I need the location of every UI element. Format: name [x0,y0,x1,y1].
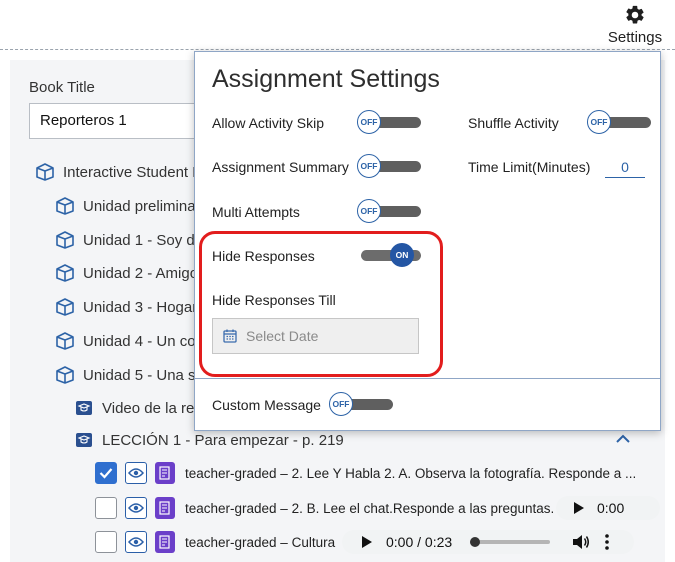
play-icon[interactable] [574,502,584,514]
date-placeholder: Select Date [246,328,319,344]
allow-activity-skip-toggle[interactable]: OFF [357,110,421,134]
tree-video-label: Video de la rep [102,399,203,417]
book-icon [55,365,75,385]
tree-unit-item[interactable]: Unidad 1 - Soy de [55,229,203,251]
eye-icon [128,468,144,478]
multi-attempts-label: Multi Attempts [212,204,300,220]
time-limit-label: Time Limit(Minutes) [468,159,591,175]
activity-checkbox[interactable] [95,531,117,553]
tree-unit-label: Unidad 5 - Una se [83,366,204,384]
volume-icon[interactable] [572,534,590,550]
time-limit-input[interactable]: 0 [605,158,645,178]
more-options-icon[interactable] [605,534,609,550]
assignment-summary-label: Assignment Summary [212,159,349,175]
lesson-icon [75,432,93,448]
edit-activity-button[interactable] [155,531,175,553]
document-edit-icon [159,535,170,549]
hide-responses-toggle[interactable]: ON [357,243,421,267]
book-icon [55,331,75,351]
toggle-knob: OFF [357,110,381,134]
top-bar: Settings [0,0,675,50]
toggle-knob: OFF [357,154,381,178]
lesson-icon [75,400,93,416]
settings-button[interactable]: Settings [602,2,668,46]
tree-unit-item[interactable]: Unidad 3 - Hogar, [55,296,201,318]
tree-unit-item[interactable]: Unidad 2 - Amigo [55,262,198,284]
book-title-label: Book Title [29,79,95,96]
document-edit-icon [159,501,170,515]
book-icon [55,263,75,283]
activity-title: teacher-graded – 2. B. Lee el chat.Respo… [185,500,555,516]
eye-icon [128,537,144,547]
tree-unit-label: Unidad 2 - Amigo [83,264,199,282]
tree-root-item[interactable]: Interactive Student E [35,161,202,183]
toggle-knob: OFF [329,392,353,416]
shuffle-activity-label: Shuffle Activity [468,115,559,131]
shuffle-activity-toggle[interactable]: OFF [587,110,651,134]
hide-responses-date-picker[interactable]: Select Date [212,318,419,354]
preview-button[interactable] [125,497,147,519]
audio-time: 0:00 / 0:23 [386,534,453,550]
tree-video-item[interactable]: Video de la rep [75,397,203,419]
play-icon[interactable] [362,536,372,548]
preview-button[interactable] [125,531,147,553]
activity-row: teacher-graded – 2. Lee Y Habla 2. A. Ob… [95,461,665,485]
audio-player: 0:00 / 0:23 [342,530,634,554]
hide-responses-label: Hide Responses [212,248,315,264]
tree-unit-item[interactable]: Unidad 4 - Un col [55,330,199,352]
tree-lesson-label: LECCIÓN 1 - Para empezar - p. 219 [102,431,344,449]
book-title-select[interactable]: Reporteros 1 [29,103,219,139]
tree-unit-label: Unidad 3 - Hogar, [83,298,201,316]
audio-player: 0:00 [556,496,660,520]
book-icon [55,297,75,317]
calendar-icon [223,329,237,343]
custom-message-label: Custom Message [212,397,321,413]
eye-icon [128,503,144,513]
tree-root-label: Interactive Student E [63,163,203,181]
multi-attempts-toggle[interactable]: OFF [357,199,421,223]
tree-lesson-item[interactable]: LECCIÓN 1 - Para empezar - p. 219 [75,429,344,451]
tree-unit-item[interactable]: Unidad 5 - Una se [55,364,204,386]
custom-message-toggle[interactable]: OFF [329,392,393,416]
tree-unit-label: Unidad 4 - Un col [83,332,199,350]
edit-activity-button[interactable] [155,497,175,519]
toggle-knob: ON [390,243,414,267]
book-icon [35,162,55,182]
assignment-summary-toggle[interactable]: OFF [357,154,421,178]
tree-unit-label: Unidad 1 - Soy de [83,231,204,249]
activity-title: teacher-graded – Cultura [185,534,336,550]
tree-unit-label: Unidad prelimina [83,197,196,215]
audio-progress-handle[interactable] [470,537,481,547]
edit-activity-button[interactable] [155,462,175,484]
activity-checkbox[interactable] [95,462,117,484]
hide-responses-till-label: Hide Responses Till [212,292,336,308]
gear-icon [626,5,644,24]
audio-progress-bar[interactable] [470,537,551,547]
toggle-knob: OFF [357,199,381,223]
dialog-divider [195,378,660,379]
document-edit-icon [159,466,170,480]
allow-activity-skip-label: Allow Activity Skip [212,115,325,131]
book-icon [55,196,75,216]
chevron-up-icon[interactable] [614,430,632,448]
assignment-settings-dialog: Assignment Settings Allow Activity Skip … [194,51,661,431]
audio-time: 0:00 [597,500,625,516]
dialog-title: Assignment Settings [212,65,440,93]
tree-unit-item[interactable]: Unidad prelimina [55,195,196,217]
book-icon [55,230,75,250]
activity-title: teacher-graded – 2. Lee Y Habla 2. A. Ob… [185,465,637,481]
toggle-knob: OFF [587,110,611,134]
preview-button[interactable] [125,462,147,484]
check-icon [99,468,113,479]
activity-checkbox[interactable] [95,497,117,519]
settings-label: Settings [607,29,663,46]
